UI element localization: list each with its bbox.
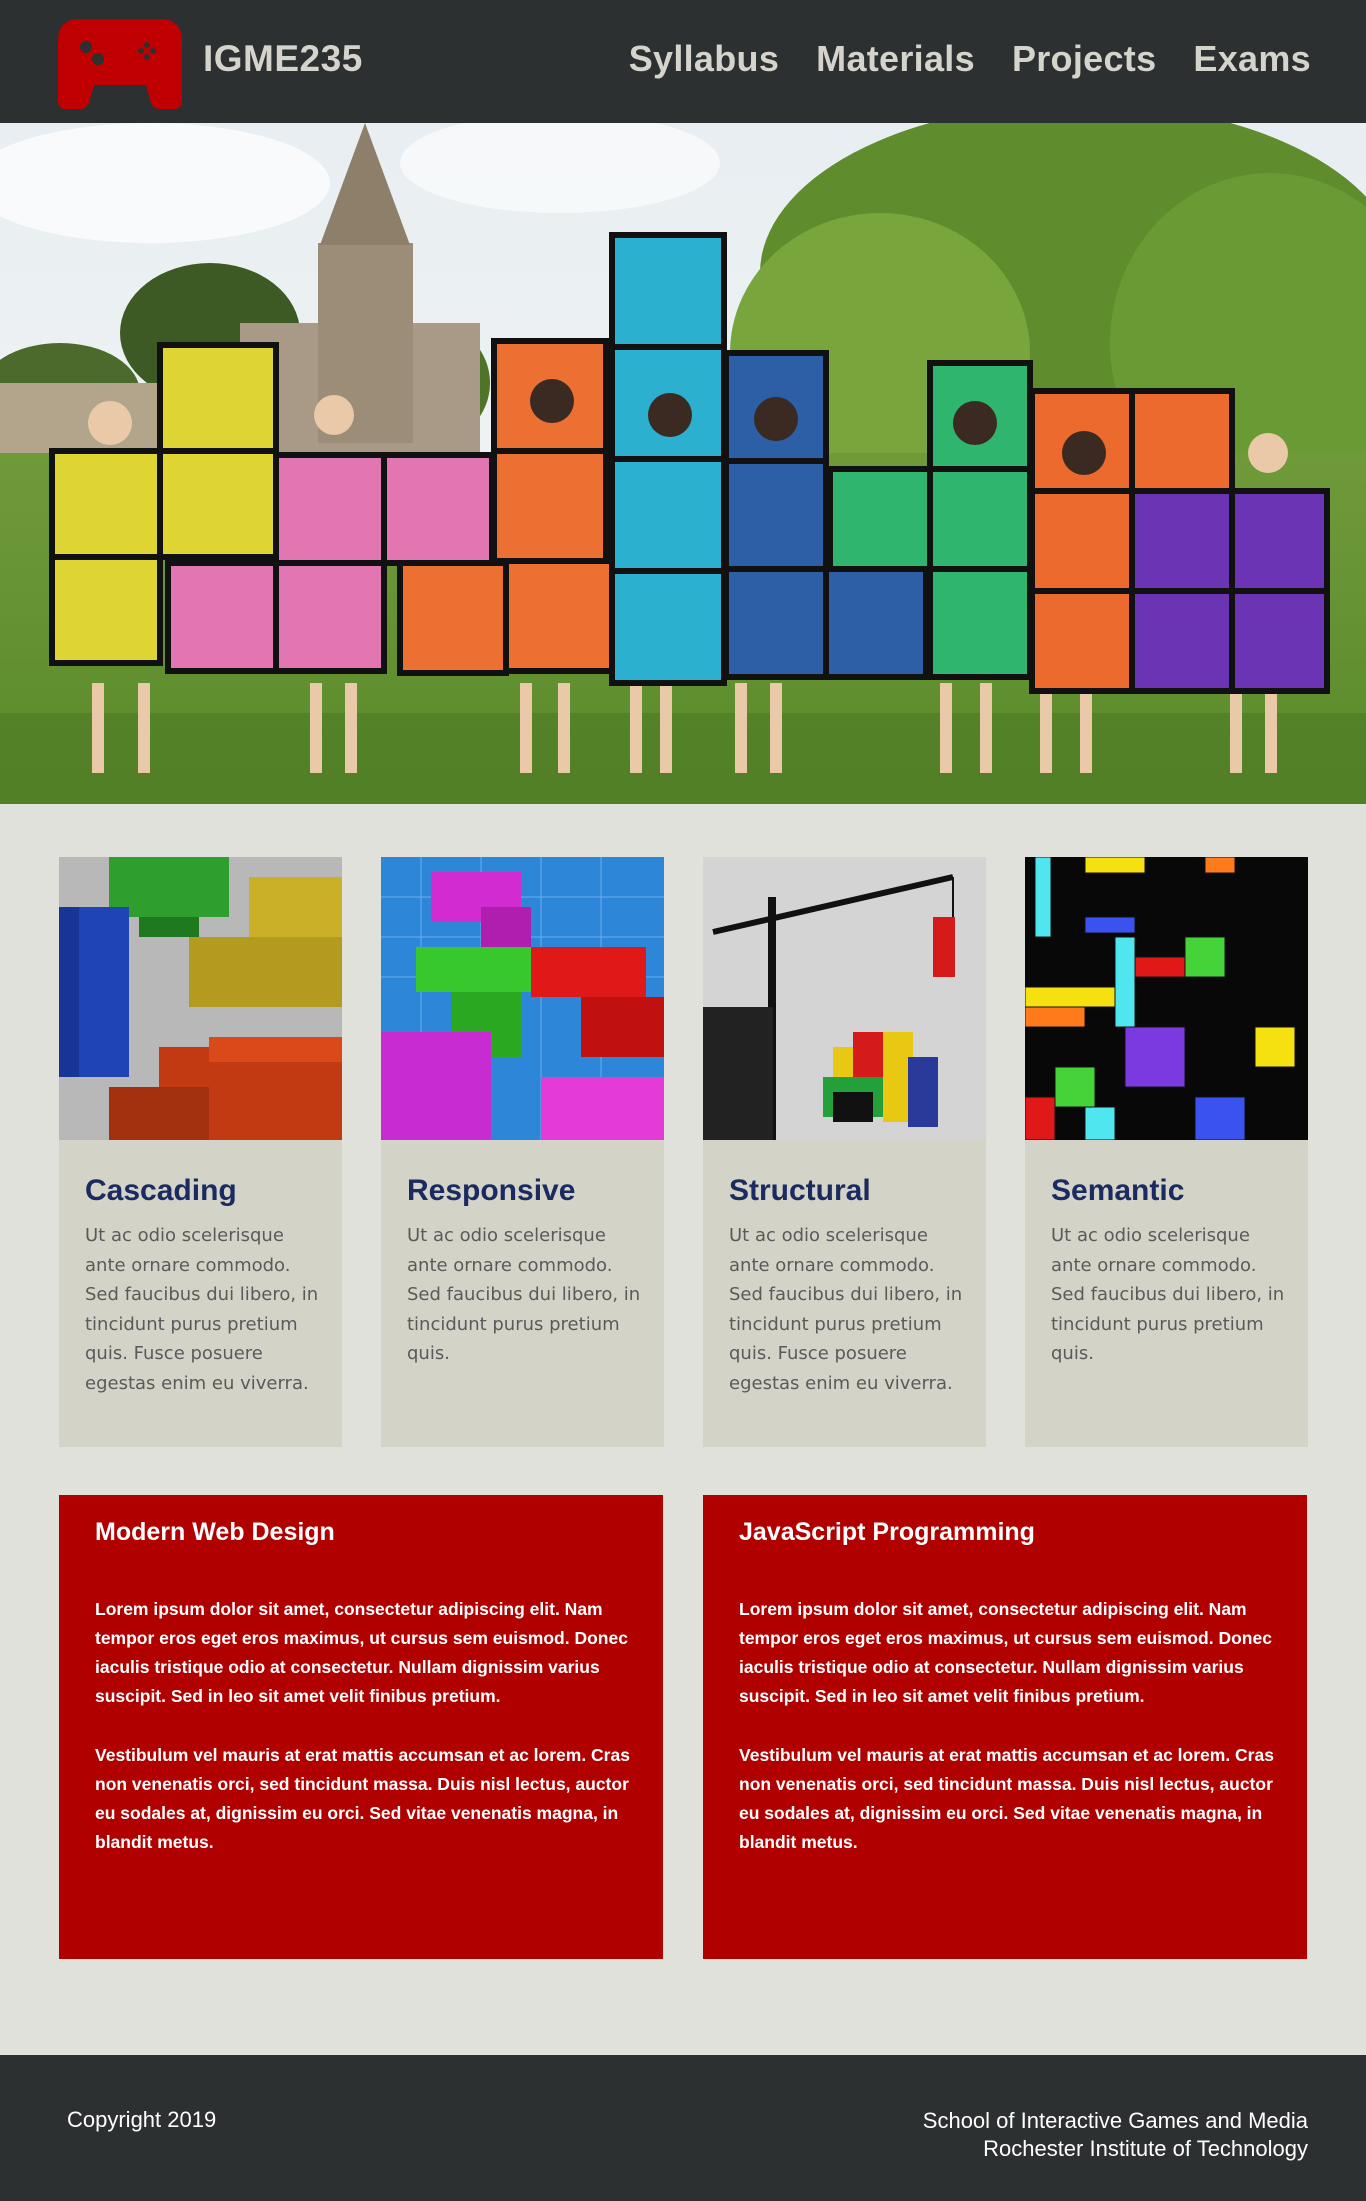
card-text: Ut ac odio scelerisque ante ornare commo…	[729, 1225, 963, 1394]
panel-paragraph: Vestibulum vel mauris at erat mattis acc…	[739, 1745, 1274, 1852]
panel-title: JavaScript Programming	[739, 1518, 1035, 1546]
panel-paragraph: Vestibulum vel mauris at erat mattis acc…	[95, 1745, 630, 1852]
panel-javascript-programming: JavaScript Programming Lorem ipsum dolor…	[703, 1495, 1307, 1959]
main-nav: Syllabus Materials Projects Exams	[629, 38, 1311, 80]
panel-title: Modern Web Design	[95, 1518, 335, 1546]
responsive-image	[381, 857, 664, 1140]
panel-paragraph: Lorem ipsum dolor sit amet, consectetur …	[739, 1599, 1272, 1706]
card-text: Ut ac odio scelerisque ante ornare commo…	[407, 1225, 641, 1364]
copyright-text: Copyright 2019	[67, 2107, 217, 2132]
school-info: School of Interactive Games and Media Ro…	[923, 2107, 1308, 2163]
institute-name: Rochester Institute of Technology	[983, 2136, 1308, 2161]
panel-paragraph: Lorem ipsum dolor sit amet, consectetur …	[95, 1599, 628, 1706]
nav-materials[interactable]: Materials	[816, 38, 975, 80]
site-title[interactable]: IGME235	[203, 38, 363, 80]
card-title: Structural	[729, 1174, 871, 1207]
nav-exams[interactable]: Exams	[1193, 38, 1311, 80]
hero-image	[0, 123, 1366, 804]
card-responsive: Responsive Ut ac odio scelerisque ante o…	[381, 857, 664, 1447]
site-footer: Copyright 2019 School of Interactive Gam…	[0, 2055, 1366, 2201]
cascading-image	[59, 857, 342, 1140]
card-title: Semantic	[1051, 1174, 1185, 1207]
gamepad-icon[interactable]	[58, 19, 182, 109]
card-text: Ut ac odio scelerisque ante ornare commo…	[85, 1225, 319, 1394]
card-text: Ut ac odio scelerisque ante ornare commo…	[1051, 1225, 1285, 1364]
semantic-image	[1025, 857, 1308, 1140]
card-title: Responsive	[407, 1174, 576, 1207]
panel-modern-web-design: Modern Web Design Lorem ipsum dolor sit …	[59, 1495, 663, 1959]
site-header: IGME235 Syllabus Materials Projects Exam…	[0, 0, 1366, 123]
nav-syllabus[interactable]: Syllabus	[629, 38, 779, 80]
school-name: School of Interactive Games and Media	[922, 2108, 1308, 2133]
structural-image	[703, 857, 986, 1140]
card-semantic: Semantic Ut ac odio scelerisque ante orn…	[1025, 857, 1308, 1447]
card-cascading: Cascading Ut ac odio scelerisque ante or…	[59, 857, 342, 1447]
card-structural: Structural Ut ac odio scelerisque ante o…	[703, 857, 986, 1447]
card-title: Cascading	[85, 1174, 237, 1207]
nav-projects[interactable]: Projects	[1012, 38, 1156, 80]
